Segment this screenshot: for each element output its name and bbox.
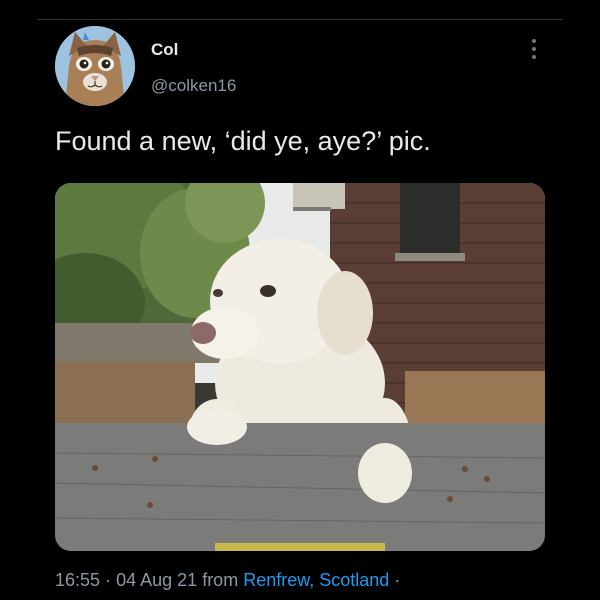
meta-separator-trailing: · [394, 570, 401, 590]
more-dot [532, 39, 536, 43]
tweet-text: Found a new, ‘did ye, aye?’ pic. [55, 126, 431, 156]
tweet-photo[interactable] [55, 183, 545, 551]
more-options-icon[interactable] [524, 36, 544, 62]
author-handle[interactable]: @colken16 [151, 76, 236, 96]
more-dot [532, 47, 536, 51]
meta-separator: · [105, 570, 112, 590]
tweet-time[interactable]: 16:55 [55, 570, 100, 590]
avatar[interactable] [55, 26, 135, 106]
more-dot [532, 55, 536, 59]
tweet-date[interactable]: 04 Aug 21 [116, 570, 197, 590]
author-name[interactable]: Col [151, 40, 178, 60]
dog-photo-image [55, 183, 545, 551]
tweet-location-link[interactable]: Renfrew, Scotland [243, 570, 389, 590]
top-divider [38, 19, 562, 20]
tweet-metadata: 16:55 · 04 Aug 21 from Renfrew, Scotland… [55, 570, 400, 591]
from-label: from [202, 570, 239, 590]
cat-avatar-image [55, 26, 135, 106]
